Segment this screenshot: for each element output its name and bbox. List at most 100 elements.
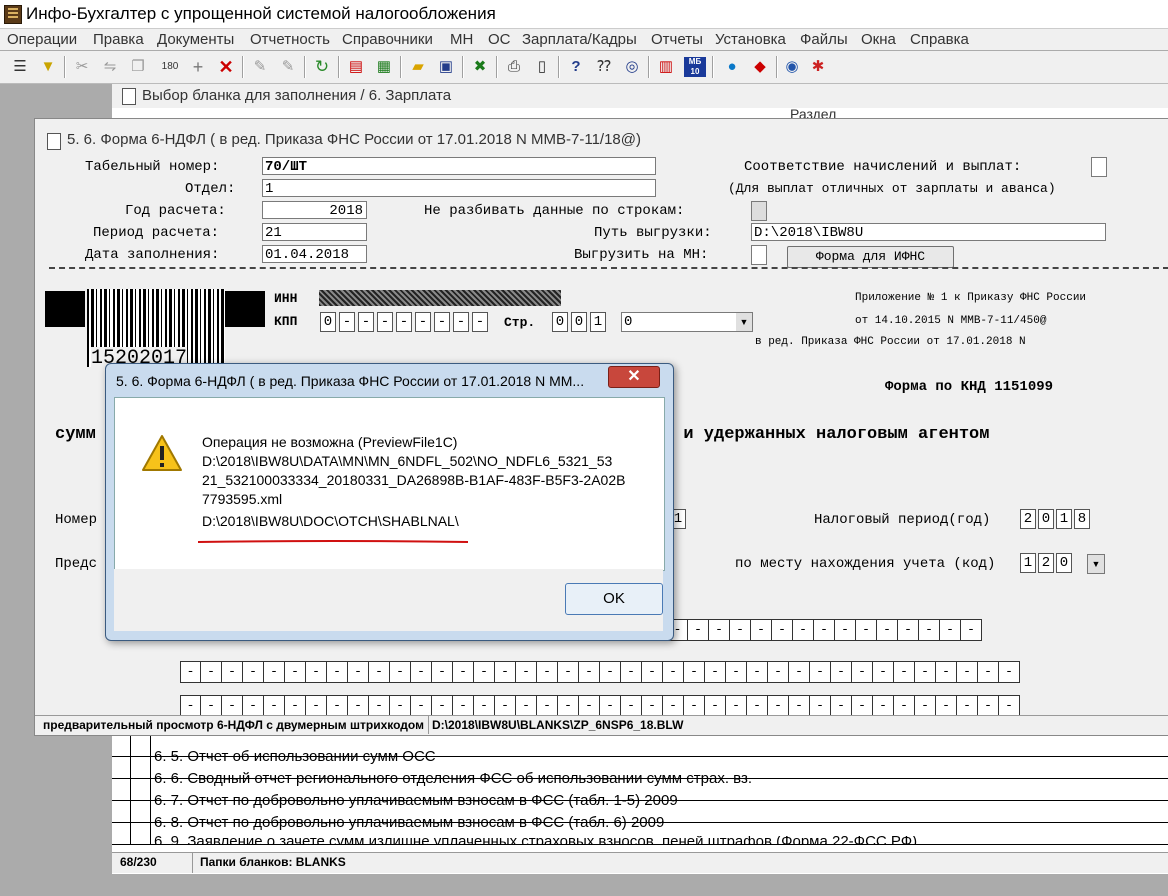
menu-references[interactable]: Справочники <box>342 31 433 48</box>
list-item[interactable]: 6. 5. Отчет об использовании сумм ОСС <box>154 748 436 765</box>
network-icon[interactable]: ✱ <box>808 57 828 77</box>
preds-label: Предс <box>55 556 98 572</box>
delete-icon[interactable]: ✕ <box>216 57 236 77</box>
compass-icon[interactable]: ◎ <box>622 57 642 77</box>
dash-cells-row1[interactable]: --------------- <box>667 619 982 641</box>
chevron-down-icon[interactable]: ▼ <box>1087 554 1105 574</box>
tabel-label: Табельный номер: <box>85 159 220 175</box>
mesto-cell[interactable]: 1 <box>1020 553 1036 573</box>
mn-checkbox[interactable] <box>751 245 767 265</box>
heading-right: х и удержанных налоговым агентом <box>663 425 990 444</box>
nal-period-cell[interactable]: 8 <box>1074 509 1090 529</box>
sootv-note: (Для выплат отличных от зарплаты и аванс… <box>728 181 1056 196</box>
path-input[interactable]: D:\2018\IBW8U <box>751 223 1106 241</box>
period-input[interactable]: 21 <box>262 223 367 241</box>
mesto-cell[interactable]: 2 <box>1038 553 1054 573</box>
kpp-cell[interactable]: - <box>339 312 355 332</box>
kpp-cell[interactable]: - <box>434 312 450 332</box>
save-icon[interactable]: ▣ <box>436 57 456 77</box>
sootv-checkbox[interactable] <box>1091 157 1107 177</box>
calculator-icon[interactable]: ▦ <box>374 57 394 77</box>
menu-salary[interactable]: Зарплата/Кадры <box>522 31 637 48</box>
refresh-icon[interactable]: ↻ <box>312 57 332 77</box>
list-item[interactable]: 6. 6. Сводный отчет регионального отделе… <box>154 770 752 787</box>
move-icon[interactable]: ⇋ <box>100 57 120 77</box>
str-select[interactable]: 0 <box>621 312 753 332</box>
nal-period-cell[interactable]: 1 <box>1056 509 1072 529</box>
kpp-cell[interactable]: - <box>453 312 469 332</box>
god-input[interactable]: 2018 <box>262 201 367 219</box>
kpp-cell[interactable]: - <box>358 312 374 332</box>
date-input[interactable]: 01.04.2018 <box>262 245 367 263</box>
context-help-icon[interactable]: ⁇ <box>594 57 614 77</box>
menu-reports[interactable]: Отчеты <box>651 31 703 48</box>
menu-settings[interactable]: Установка <box>715 31 786 48</box>
filter-icon[interactable]: ▼ <box>38 57 58 77</box>
kpp-cell[interactable]: - <box>415 312 431 332</box>
dialog-footer: OK <box>114 569 663 631</box>
kpp-cell[interactable]: - <box>377 312 393 332</box>
mesto-label: по месту нахождения учета (код) <box>735 556 996 572</box>
menu-os[interactable]: ОС <box>488 31 511 48</box>
nal-period-cell[interactable]: 0 <box>1038 509 1054 529</box>
dash-cells-row2[interactable]: ---------------------------------------- <box>180 661 1020 683</box>
nerazb-label: Не разбивать данные по строкам: <box>424 203 685 219</box>
menu-windows[interactable]: Окна <box>861 31 896 48</box>
menu-edit[interactable]: Правка <box>93 31 144 48</box>
document-icon[interactable]: ▤ <box>346 57 366 77</box>
otdel-input[interactable]: 1 <box>262 179 656 197</box>
ifns-form-button[interactable]: Форма для ИФНС <box>787 246 954 268</box>
blank-folder: Папки бланков: BLANKS <box>200 855 346 869</box>
nal-period-cell[interactable]: 2 <box>1020 509 1036 529</box>
str-cell[interactable]: 0 <box>552 312 568 332</box>
str-cell[interactable]: 1 <box>590 312 606 332</box>
menu-reporting[interactable]: Отчетность <box>250 31 330 48</box>
support-icon[interactable]: ◆ <box>750 57 770 77</box>
kpp-cell[interactable]: - <box>396 312 412 332</box>
menu-files[interactable]: Файлы <box>800 31 848 48</box>
copy-icon[interactable]: ❐ <box>128 57 148 77</box>
skype-icon[interactable]: ● <box>722 57 742 77</box>
list-item[interactable]: 6. 8. Отчет по добровольно уплачиваемым … <box>154 814 664 831</box>
str-label: Стр. <box>504 315 536 330</box>
menu-mn[interactable]: МН <box>450 31 473 48</box>
nomer-label: Номер <box>55 512 98 528</box>
list-item[interactable]: 6. 7. Отчет по добровольно уплачиваемым … <box>154 792 678 809</box>
rotate-icon[interactable]: 180 <box>160 57 180 77</box>
excel-icon[interactable]: ✖ <box>470 57 490 77</box>
list-icon[interactable]: ☰ <box>10 57 30 77</box>
date-label: Дата заполнения: <box>85 247 220 263</box>
close-button[interactable]: ✕ <box>608 366 660 388</box>
red-underline <box>197 532 469 543</box>
chevron-down-icon[interactable]: ▼ <box>736 313 752 331</box>
menu-operations[interactable]: Операции <box>7 31 77 48</box>
nerazb-checkbox[interactable] <box>751 201 767 221</box>
menu-help[interactable]: Справка <box>910 31 969 48</box>
open-folder-icon[interactable]: ▰ <box>408 57 428 77</box>
ok-button[interactable]: OK <box>565 583 663 615</box>
form-status-bar: предварительный просмотр 6-НДФЛ с двумер… <box>35 715 1168 734</box>
dash-cells-row3[interactable]: ---------------------------------------- <box>180 695 1020 717</box>
tool2-icon[interactable]: ✎ <box>278 57 298 77</box>
document-icon <box>122 88 136 105</box>
kpp-cell[interactable]: - <box>472 312 488 332</box>
help-icon[interactable]: ? <box>566 57 586 77</box>
status-blank-path: D:\2018\IBW8U\BLANKS\ZP_6NSP6_18.BLW <box>432 718 684 732</box>
cut-icon[interactable]: ✂ <box>72 57 92 77</box>
preview-icon[interactable]: ▯ <box>532 57 552 77</box>
globe-icon[interactable]: ◉ <box>782 57 802 77</box>
app-title: Инфо-Бухгалтер с упрощенной системой нал… <box>26 4 496 23</box>
add-icon[interactable]: + <box>188 57 208 77</box>
print-icon[interactable]: ⎙ <box>504 57 524 77</box>
blank-status-bar: 68/230 Папки бланков: BLANKS <box>112 852 1168 873</box>
mesto-cell[interactable]: 0 <box>1056 553 1072 573</box>
menu-documents[interactable]: Документы <box>157 31 234 48</box>
list-item[interactable]: 6. 9. Заявление о зачете сумм излишне уп… <box>154 836 917 844</box>
tool1-icon[interactable]: ✎ <box>250 57 270 77</box>
inn-redacted <box>319 290 561 306</box>
tabel-input[interactable]: 70/ШТ <box>262 157 656 175</box>
kpp-cell[interactable]: 0 <box>320 312 336 332</box>
mb10-icon[interactable]: МБ 10 <box>684 57 706 77</box>
str-cell[interactable]: 0 <box>571 312 587 332</box>
books-icon[interactable]: ▥ <box>656 57 676 77</box>
